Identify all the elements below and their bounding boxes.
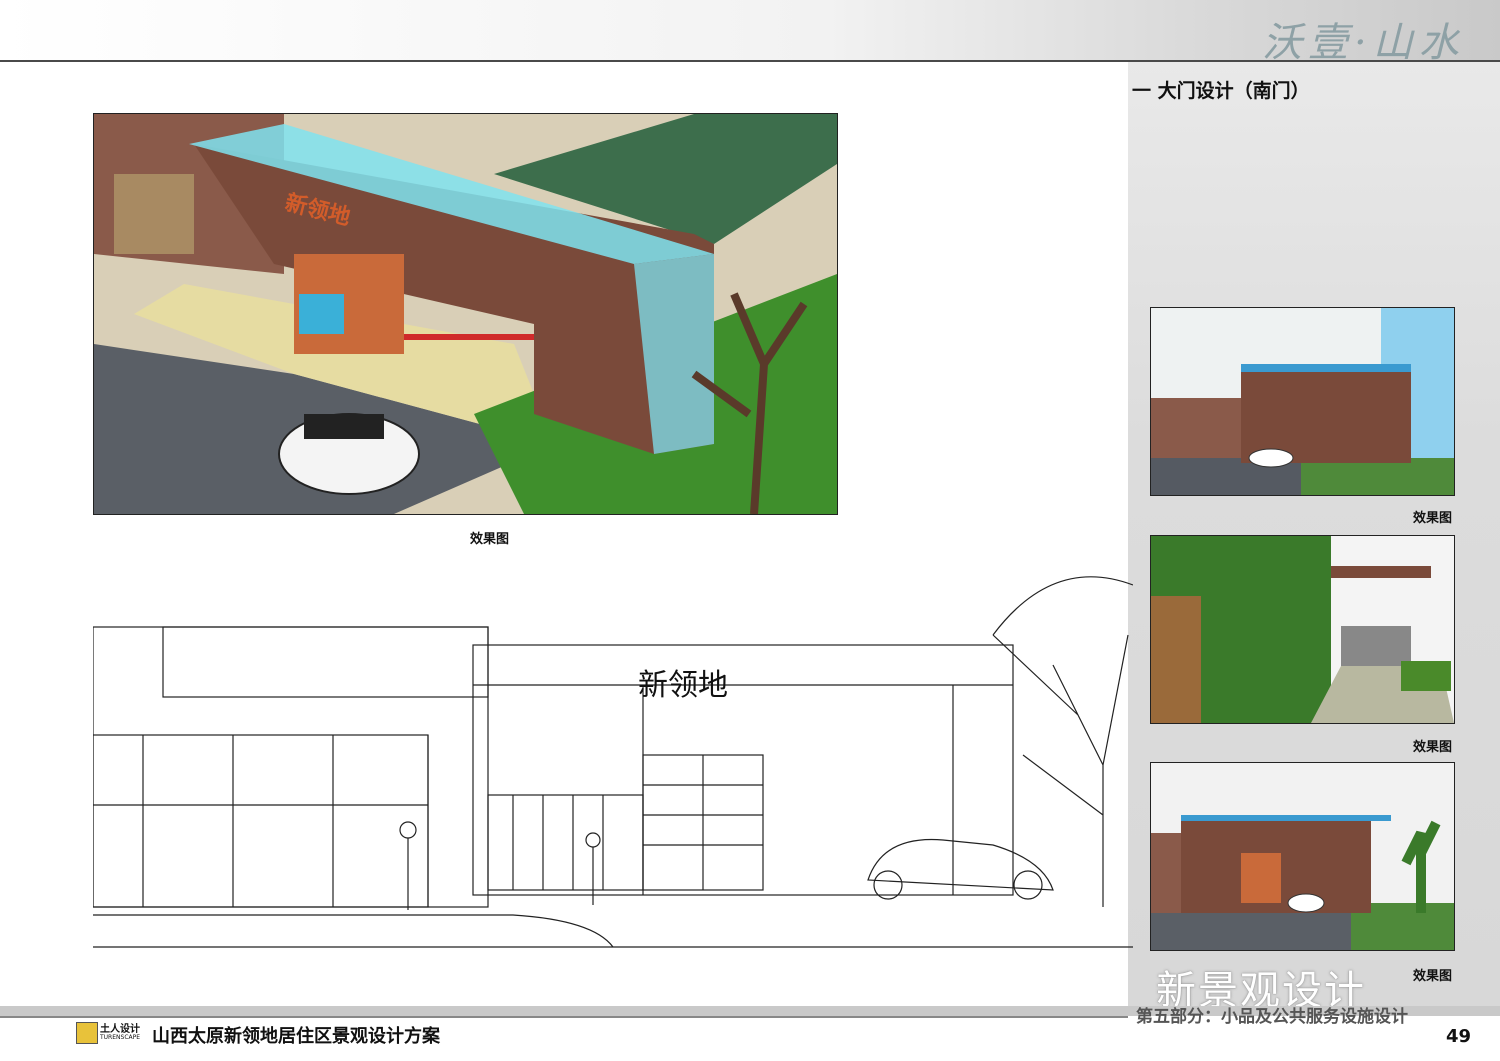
brand-calligraphy: 沃壹·山水 (1262, 20, 1465, 66)
footer-rule (0, 1016, 1128, 1018)
logo-en: TURENSCAPE (100, 1034, 141, 1041)
thumbnail-2 (1150, 535, 1455, 724)
thumbnail-1-illustration (1151, 308, 1454, 495)
elevation-drawing: 新领地 (92, 515, 1134, 955)
main-render: 新领地 (93, 113, 838, 515)
logo-cn: 土人设计 (100, 1024, 140, 1035)
page-number: 49 (1446, 1026, 1472, 1047)
thumbnail-3-caption: 效果图 (1413, 969, 1453, 984)
section-title: 一 大门设计（南门） (1132, 80, 1310, 102)
elevation-line-art: 新领地 (92, 576, 1134, 948)
thumbnail-3-illustration (1151, 763, 1454, 950)
thumbnail-3 (1150, 762, 1455, 951)
thumbnail-2-caption: 效果图 (1413, 740, 1453, 755)
thumbnail-1-caption: 效果图 (1413, 511, 1453, 526)
project-title: 山西太原新领地居住区景观设计方案 (152, 1026, 440, 1047)
thumbnail-2-illustration (1151, 536, 1454, 723)
gate-render-illustration: 新领地 (94, 114, 837, 514)
elevation-sign-text: 新领地 (638, 668, 728, 703)
logo-mark-icon (76, 1022, 98, 1044)
thumbnail-1 (1150, 307, 1455, 496)
part-title: 第五部分：小品及公共服务设施设计 (1136, 1007, 1408, 1027)
turenscape-logo: 土人设计 TURENSCAPE (76, 1020, 146, 1048)
